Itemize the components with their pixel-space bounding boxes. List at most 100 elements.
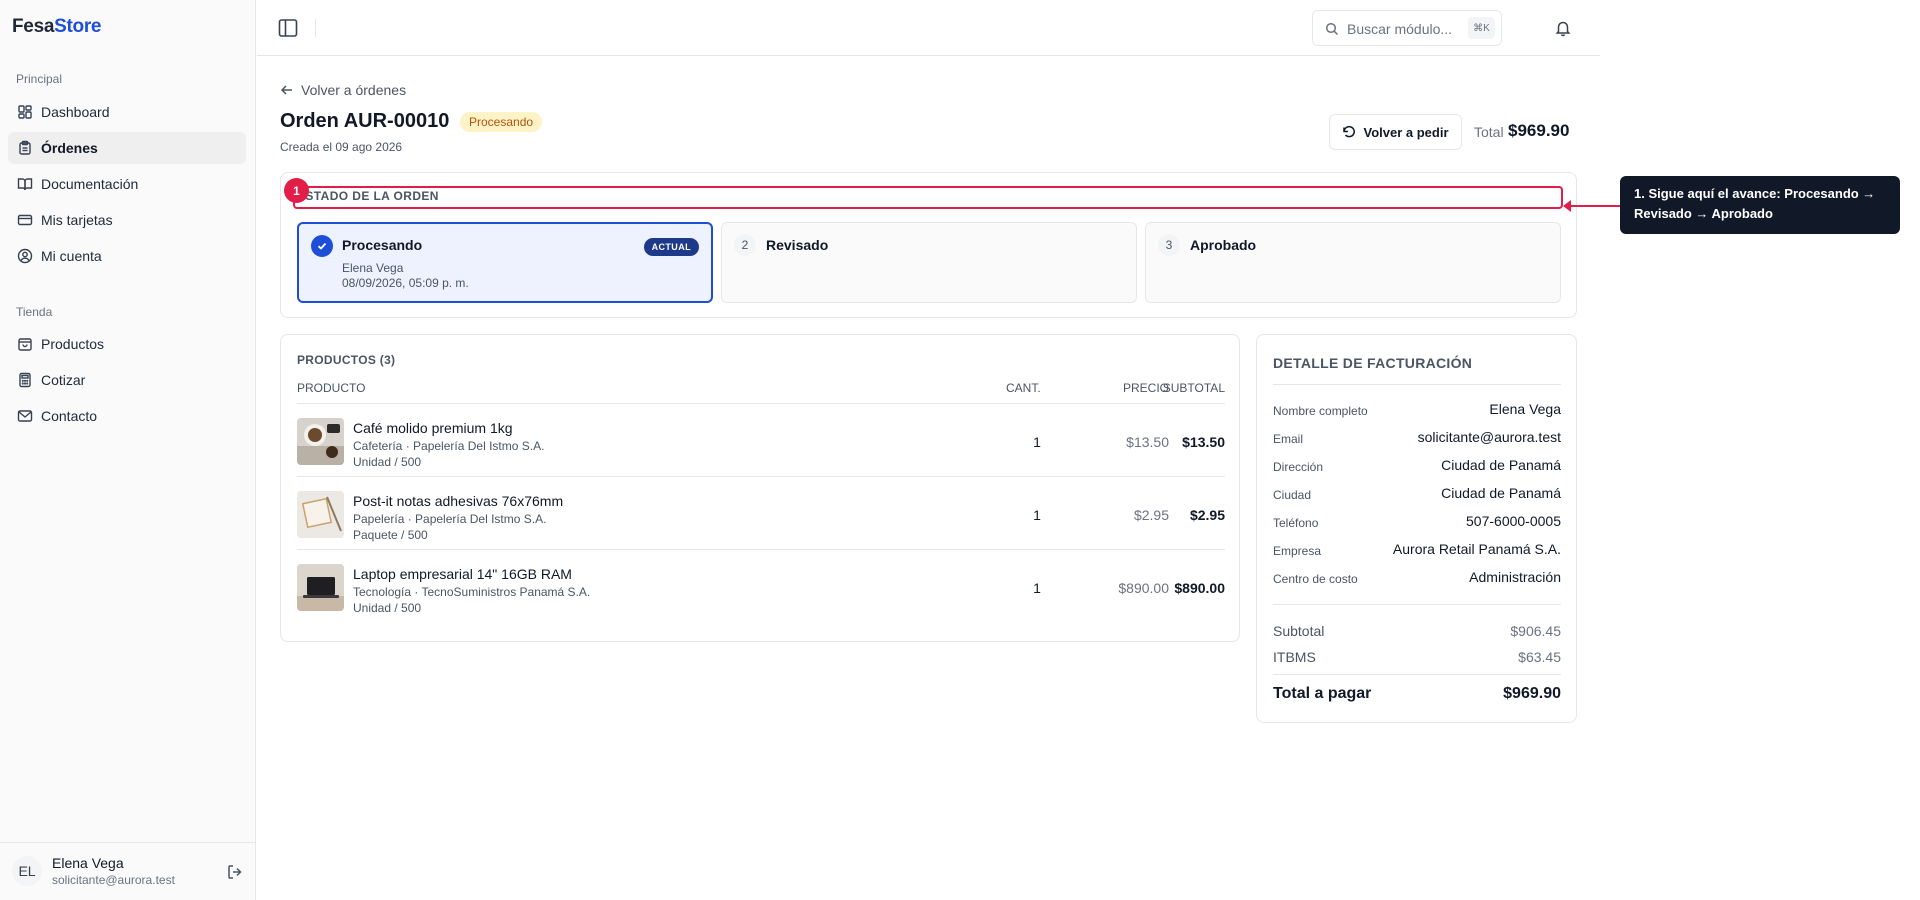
status-step-aprobado[interactable]: 3 Aprobado	[1145, 222, 1561, 303]
section-label-tienda: Tienda	[16, 305, 53, 319]
field-label: Empresa	[1273, 544, 1322, 558]
sidebar-item-mis-tarjetas[interactable]: Mis tarjetas	[8, 204, 246, 236]
field-label: Dirección	[1273, 460, 1324, 474]
product-qty: 1	[1033, 434, 1041, 450]
sidebar-item-productos[interactable]: Productos	[8, 328, 246, 360]
sidebar-toggle-icon[interactable]	[277, 17, 299, 39]
sidebar-item-mi-cuenta[interactable]: Mi cuenta	[8, 240, 246, 272]
bell-icon[interactable]	[1554, 19, 1572, 37]
product-thumbnail-post-it	[297, 491, 344, 538]
subtotal-value: $906.45	[1510, 623, 1561, 639]
field-value: solicitante@aurora.test	[1417, 429, 1561, 445]
billing-divider	[1273, 604, 1561, 605]
search-icon	[1325, 22, 1339, 36]
annotation-connector	[1568, 205, 1620, 207]
header-total-value: $969.90	[1508, 121, 1570, 140]
billing-field-cost-center: Centro de costo Administración	[1273, 568, 1561, 590]
billing-field-address: Dirección Ciudad de Panamá	[1273, 456, 1561, 478]
mail-icon	[17, 408, 33, 424]
dashboard-icon	[17, 104, 33, 120]
order-created-date: Creada el 09 ago 2026	[280, 140, 403, 154]
sidebar-item-documentacion[interactable]: Documentación	[8, 168, 246, 200]
product-category-supplier: Cafetería · Papelería Del Istmo S.A.	[353, 439, 545, 453]
book-icon	[17, 176, 33, 192]
field-label: Teléfono	[1273, 516, 1319, 530]
table-row[interactable]: Café molido premium 1kg Cafetería · Pape…	[297, 404, 1225, 476]
billing-field-phone: Teléfono 507-6000-0005	[1273, 512, 1561, 534]
search-placeholder: Buscar módulo...	[1347, 21, 1453, 37]
sidebar-item-label: Mi cuenta	[41, 248, 102, 264]
billing-field-email: Email solicitante@aurora.test	[1273, 428, 1561, 450]
back-link-label: Volver a órdenes	[301, 82, 407, 98]
billing-tax: ITBMS $63.45	[1273, 647, 1561, 669]
billing-details-card: DETALLE DE FACTURACIÓN Nombre completo E…	[1256, 334, 1577, 723]
clipboard-icon	[17, 140, 33, 156]
billing-field-name: Nombre completo Elena Vega	[1273, 400, 1561, 422]
brand-logo[interactable]: FesaStore	[12, 16, 101, 38]
field-value: Administración	[1469, 569, 1561, 585]
user-name: Elena Vega	[52, 855, 124, 871]
tax-label: ITBMS	[1273, 649, 1316, 665]
logout-icon[interactable]	[226, 863, 244, 881]
box-icon	[17, 336, 33, 352]
current-step-badge: ACTUAL	[643, 238, 699, 256]
billing-subtotal: Subtotal $906.45	[1273, 621, 1561, 643]
sidebar-item-contacto[interactable]: Contacto	[8, 400, 246, 432]
field-label: Nombre completo	[1273, 404, 1368, 418]
sidebar-item-dashboard[interactable]: Dashboard	[8, 96, 246, 128]
step-actor: Elena Vega	[342, 261, 404, 275]
brand-part-2: Store	[54, 16, 102, 37]
column-header-product: PRODUCTO	[297, 381, 366, 395]
product-unit: Unidad / 500	[353, 601, 422, 615]
field-label: Centro de costo	[1273, 572, 1358, 586]
product-name: Café molido premium 1kg	[353, 420, 513, 436]
check-icon	[311, 235, 333, 257]
step-label: Aprobado	[1190, 237, 1257, 253]
field-value: 507-6000-0005	[1466, 513, 1561, 529]
product-category-supplier: Tecnología · TecnoSuministros Panamá S.A…	[353, 585, 591, 599]
avatar[interactable]: EL	[12, 856, 42, 886]
status-step-revisado[interactable]: 2 Revisado	[721, 222, 1137, 303]
status-badge: Procesando	[460, 112, 543, 132]
product-subtotal: $2.95	[1189, 507, 1225, 523]
step-label: Procesando	[342, 237, 423, 253]
header-total-label: Total	[1474, 124, 1504, 140]
sidebar-item-label: Dashboard	[41, 104, 110, 120]
field-value: Ciudad de Panamá	[1441, 457, 1561, 473]
product-unit: Unidad / 500	[353, 455, 422, 469]
annotation-marker: 1	[284, 178, 309, 203]
billing-divider	[1273, 384, 1561, 385]
annotation-arrowhead	[1563, 200, 1571, 212]
user-email: solicitante@aurora.test	[52, 873, 175, 887]
sidebar-item-label: Contacto	[41, 408, 98, 424]
product-qty: 1	[1033, 580, 1041, 596]
topbar-divider	[315, 19, 316, 37]
annotation-tooltip: 1. Sigue aquí el avance: Procesando → Re…	[1620, 176, 1900, 234]
brand-part-1: Fesa	[12, 16, 55, 37]
tax-value: $63.45	[1518, 649, 1561, 665]
field-label: Ciudad	[1273, 488, 1312, 502]
column-header-price: PRECIO	[1122, 381, 1169, 395]
sidebar-item-label: Órdenes	[41, 140, 98, 156]
product-name: Laptop empresarial 14" 16GB RAM	[353, 566, 572, 582]
product-category-supplier: Papelería · Papelería Del Istmo S.A.	[353, 512, 547, 526]
step-label: Revisado	[766, 237, 829, 253]
sidebar-item-ordenes[interactable]: Órdenes	[8, 132, 246, 164]
page-title: Orden AUR-00010	[280, 110, 450, 132]
column-header-subtotal: SUBTOTAL	[1162, 381, 1225, 395]
table-row[interactable]: Post-it notas adhesivas 76x76mm Papelerí…	[297, 477, 1225, 549]
reorder-button[interactable]: Volver a pedir	[1329, 114, 1462, 150]
user-panel: EL Elena Vega solicitante@aurora.test	[0, 842, 256, 900]
billing-total: Total a pagar $969.90	[1273, 685, 1561, 707]
billing-divider	[1273, 674, 1561, 675]
table-row[interactable]: Laptop empresarial 14" 16GB RAM Tecnolog…	[297, 550, 1225, 622]
sidebar-item-cotizar[interactable]: Cotizar	[8, 364, 246, 396]
product-subtotal: $13.50	[1182, 434, 1225, 450]
status-step-procesando[interactable]: Procesando ACTUAL Elena Vega 08/09/2026,…	[297, 222, 713, 303]
search-input[interactable]: Buscar módulo... ⌘K	[1312, 10, 1502, 46]
user-circle-icon	[17, 248, 33, 264]
section-label-principal: Principal	[16, 72, 63, 86]
annotation-highlight-box	[293, 186, 1563, 209]
back-to-orders-link[interactable]: Volver a órdenes	[280, 82, 406, 98]
product-thumbnail-coffee	[297, 418, 344, 465]
